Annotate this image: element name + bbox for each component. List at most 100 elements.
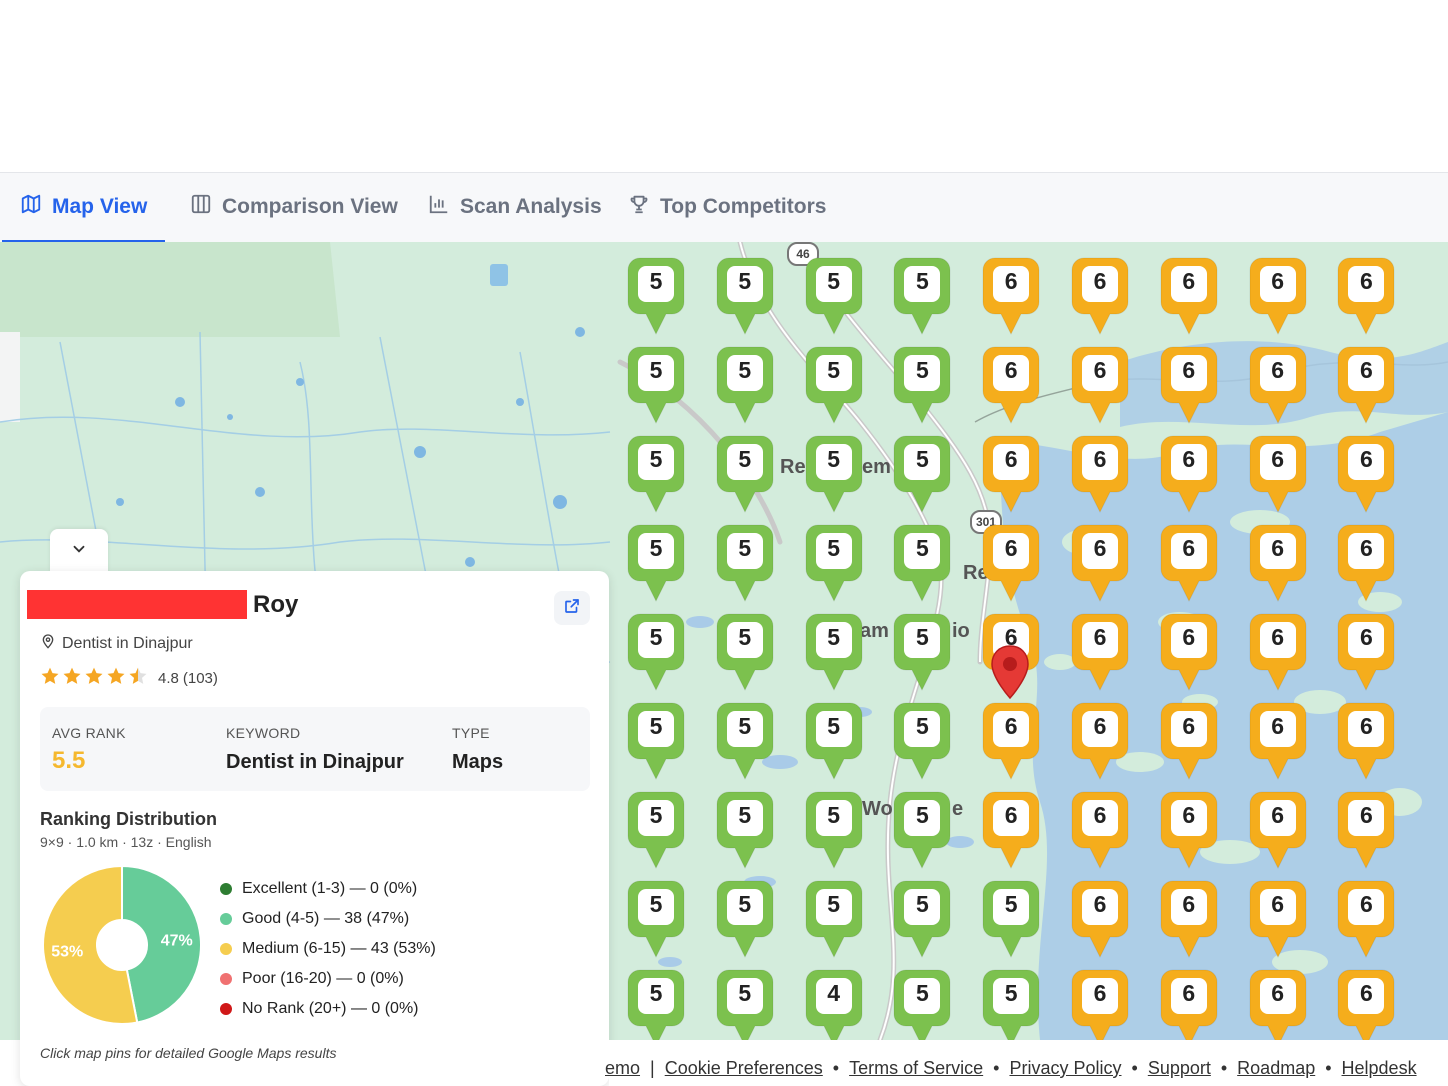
rank-pin[interactable]: 5	[892, 523, 952, 603]
rank-pin[interactable]: 6	[1159, 701, 1219, 781]
rank-pin[interactable]: 6	[981, 523, 1041, 603]
rank-pin[interactable]: 6	[1248, 790, 1308, 870]
rank-value: 6	[1359, 535, 1373, 561]
footer-link-terms[interactable]: Terms of Service	[849, 1058, 983, 1078]
rank-pin[interactable]: 6	[1070, 523, 1130, 603]
rank-pin[interactable]: 5	[715, 879, 775, 959]
rank-pin[interactable]: 6	[1070, 434, 1130, 514]
rank-pin[interactable]: 5	[892, 968, 952, 1040]
rank-value: 6	[1359, 446, 1373, 472]
rank-pin[interactable]: 5	[804, 345, 864, 425]
rank-pin[interactable]: 6	[1336, 523, 1396, 603]
rank-pin[interactable]: 5	[715, 523, 775, 603]
rank-pin[interactable]: 6	[1248, 256, 1308, 336]
rank-pin[interactable]: 6	[1159, 879, 1219, 959]
rank-pin[interactable]: 5	[626, 523, 686, 603]
rank-pin[interactable]: 5	[715, 968, 775, 1040]
rank-pin[interactable]: 5	[804, 523, 864, 603]
rank-pin[interactable]: 5	[715, 434, 775, 514]
legend-swatch	[220, 943, 232, 955]
rank-pin[interactable]: 6	[1336, 612, 1396, 692]
footer-link-helpdesk[interactable]: Helpdesk	[1342, 1058, 1417, 1078]
rank-pin[interactable]: 6	[1336, 879, 1396, 959]
rank-pin[interactable]: 6	[1070, 790, 1130, 870]
rank-pin[interactable]: 6	[981, 345, 1041, 425]
rank-value: 5	[649, 535, 663, 561]
rank-pin[interactable]: 6	[1248, 434, 1308, 514]
rank-pin[interactable]: 5	[804, 612, 864, 692]
rank-pin[interactable]: 6	[1336, 256, 1396, 336]
rank-pin[interactable]: 6	[1159, 256, 1219, 336]
rank-pin[interactable]: 5	[715, 612, 775, 692]
rank-pin[interactable]: 6	[1248, 701, 1308, 781]
rank-pin[interactable]: 5	[626, 345, 686, 425]
tab-scan-analysis[interactable]: Scan Analysis	[428, 173, 602, 241]
rank-pin[interactable]: 5	[981, 879, 1041, 959]
rank-pin[interactable]: 5	[804, 434, 864, 514]
rank-pin[interactable]: 6	[1248, 612, 1308, 692]
tab-comparison-view[interactable]: Comparison View	[190, 173, 398, 241]
footer-link-demo[interactable]: emo	[605, 1058, 640, 1078]
rank-pin[interactable]: 5	[715, 345, 775, 425]
rank-pin[interactable]: 5	[804, 256, 864, 336]
rank-pin[interactable]: 6	[981, 790, 1041, 870]
rank-pin[interactable]: 6	[1248, 879, 1308, 959]
rank-pin[interactable]: 5	[892, 612, 952, 692]
rank-pin[interactable]: 6	[1159, 345, 1219, 425]
map-place-label: Wo	[862, 798, 893, 820]
rank-pin[interactable]: 6	[1159, 968, 1219, 1040]
rank-pin[interactable]: 6	[1070, 345, 1130, 425]
rank-pin[interactable]: 6	[1070, 879, 1130, 959]
rank-pin[interactable]: 5	[804, 879, 864, 959]
rank-pin[interactable]: 5	[892, 345, 952, 425]
rank-pin[interactable]: 5	[892, 434, 952, 514]
rank-pin[interactable]: 5	[626, 790, 686, 870]
rank-pin[interactable]: 6	[1336, 434, 1396, 514]
rank-pin[interactable]: 6	[1159, 790, 1219, 870]
rank-pin[interactable]: 6	[1070, 612, 1130, 692]
rank-pin[interactable]: 5	[981, 968, 1041, 1040]
rank-pin[interactable]: 6	[1336, 790, 1396, 870]
business-location-marker-icon[interactable]	[990, 644, 1030, 700]
rank-value: 5	[915, 535, 929, 561]
rank-pin[interactable]: 4	[804, 968, 864, 1040]
rank-pin[interactable]: 6	[1336, 968, 1396, 1040]
rank-pin[interactable]: 5	[626, 434, 686, 514]
open-external-button[interactable]	[554, 591, 590, 625]
footer-link-roadmap[interactable]: Roadmap	[1237, 1058, 1315, 1078]
footer-link-cookie-preferences[interactable]: Cookie Preferences	[665, 1058, 823, 1078]
rank-pin[interactable]: 5	[626, 256, 686, 336]
collapse-panel-button[interactable]	[50, 529, 108, 573]
rank-pin[interactable]: 5	[804, 790, 864, 870]
rank-pin[interactable]: 6	[1248, 968, 1308, 1040]
rank-pin[interactable]: 5	[715, 256, 775, 336]
tab-top-competitors[interactable]: Top Competitors	[628, 173, 826, 241]
rank-pin[interactable]: 5	[715, 701, 775, 781]
rank-pin[interactable]: 6	[981, 256, 1041, 336]
rank-pin[interactable]: 5	[804, 701, 864, 781]
rank-pin[interactable]: 6	[1248, 523, 1308, 603]
rank-pin[interactable]: 5	[626, 701, 686, 781]
rank-pin[interactable]: 5	[892, 701, 952, 781]
footer-link-privacy[interactable]: Privacy Policy	[1009, 1058, 1121, 1078]
rank-pin[interactable]: 6	[1248, 345, 1308, 425]
rank-pin[interactable]: 5	[892, 790, 952, 870]
rank-pin[interactable]: 6	[1159, 434, 1219, 514]
rank-pin[interactable]: 5	[626, 968, 686, 1040]
rank-pin[interactable]: 6	[981, 434, 1041, 514]
rank-pin[interactable]: 5	[626, 879, 686, 959]
rank-pin[interactable]: 5	[715, 790, 775, 870]
rank-pin[interactable]: 5	[626, 612, 686, 692]
rank-pin[interactable]: 6	[1159, 612, 1219, 692]
rank-pin[interactable]: 6	[981, 701, 1041, 781]
rank-pin[interactable]: 6	[1070, 701, 1130, 781]
tab-map-view[interactable]: Map View	[2, 173, 166, 243]
rank-pin[interactable]: 6	[1159, 523, 1219, 603]
rank-pin[interactable]: 5	[892, 879, 952, 959]
rank-pin[interactable]: 5	[892, 256, 952, 336]
footer-link-support[interactable]: Support	[1148, 1058, 1211, 1078]
rank-pin[interactable]: 6	[1070, 256, 1130, 336]
rank-pin[interactable]: 6	[1070, 968, 1130, 1040]
rank-pin[interactable]: 6	[1336, 345, 1396, 425]
rank-pin[interactable]: 6	[1336, 701, 1396, 781]
